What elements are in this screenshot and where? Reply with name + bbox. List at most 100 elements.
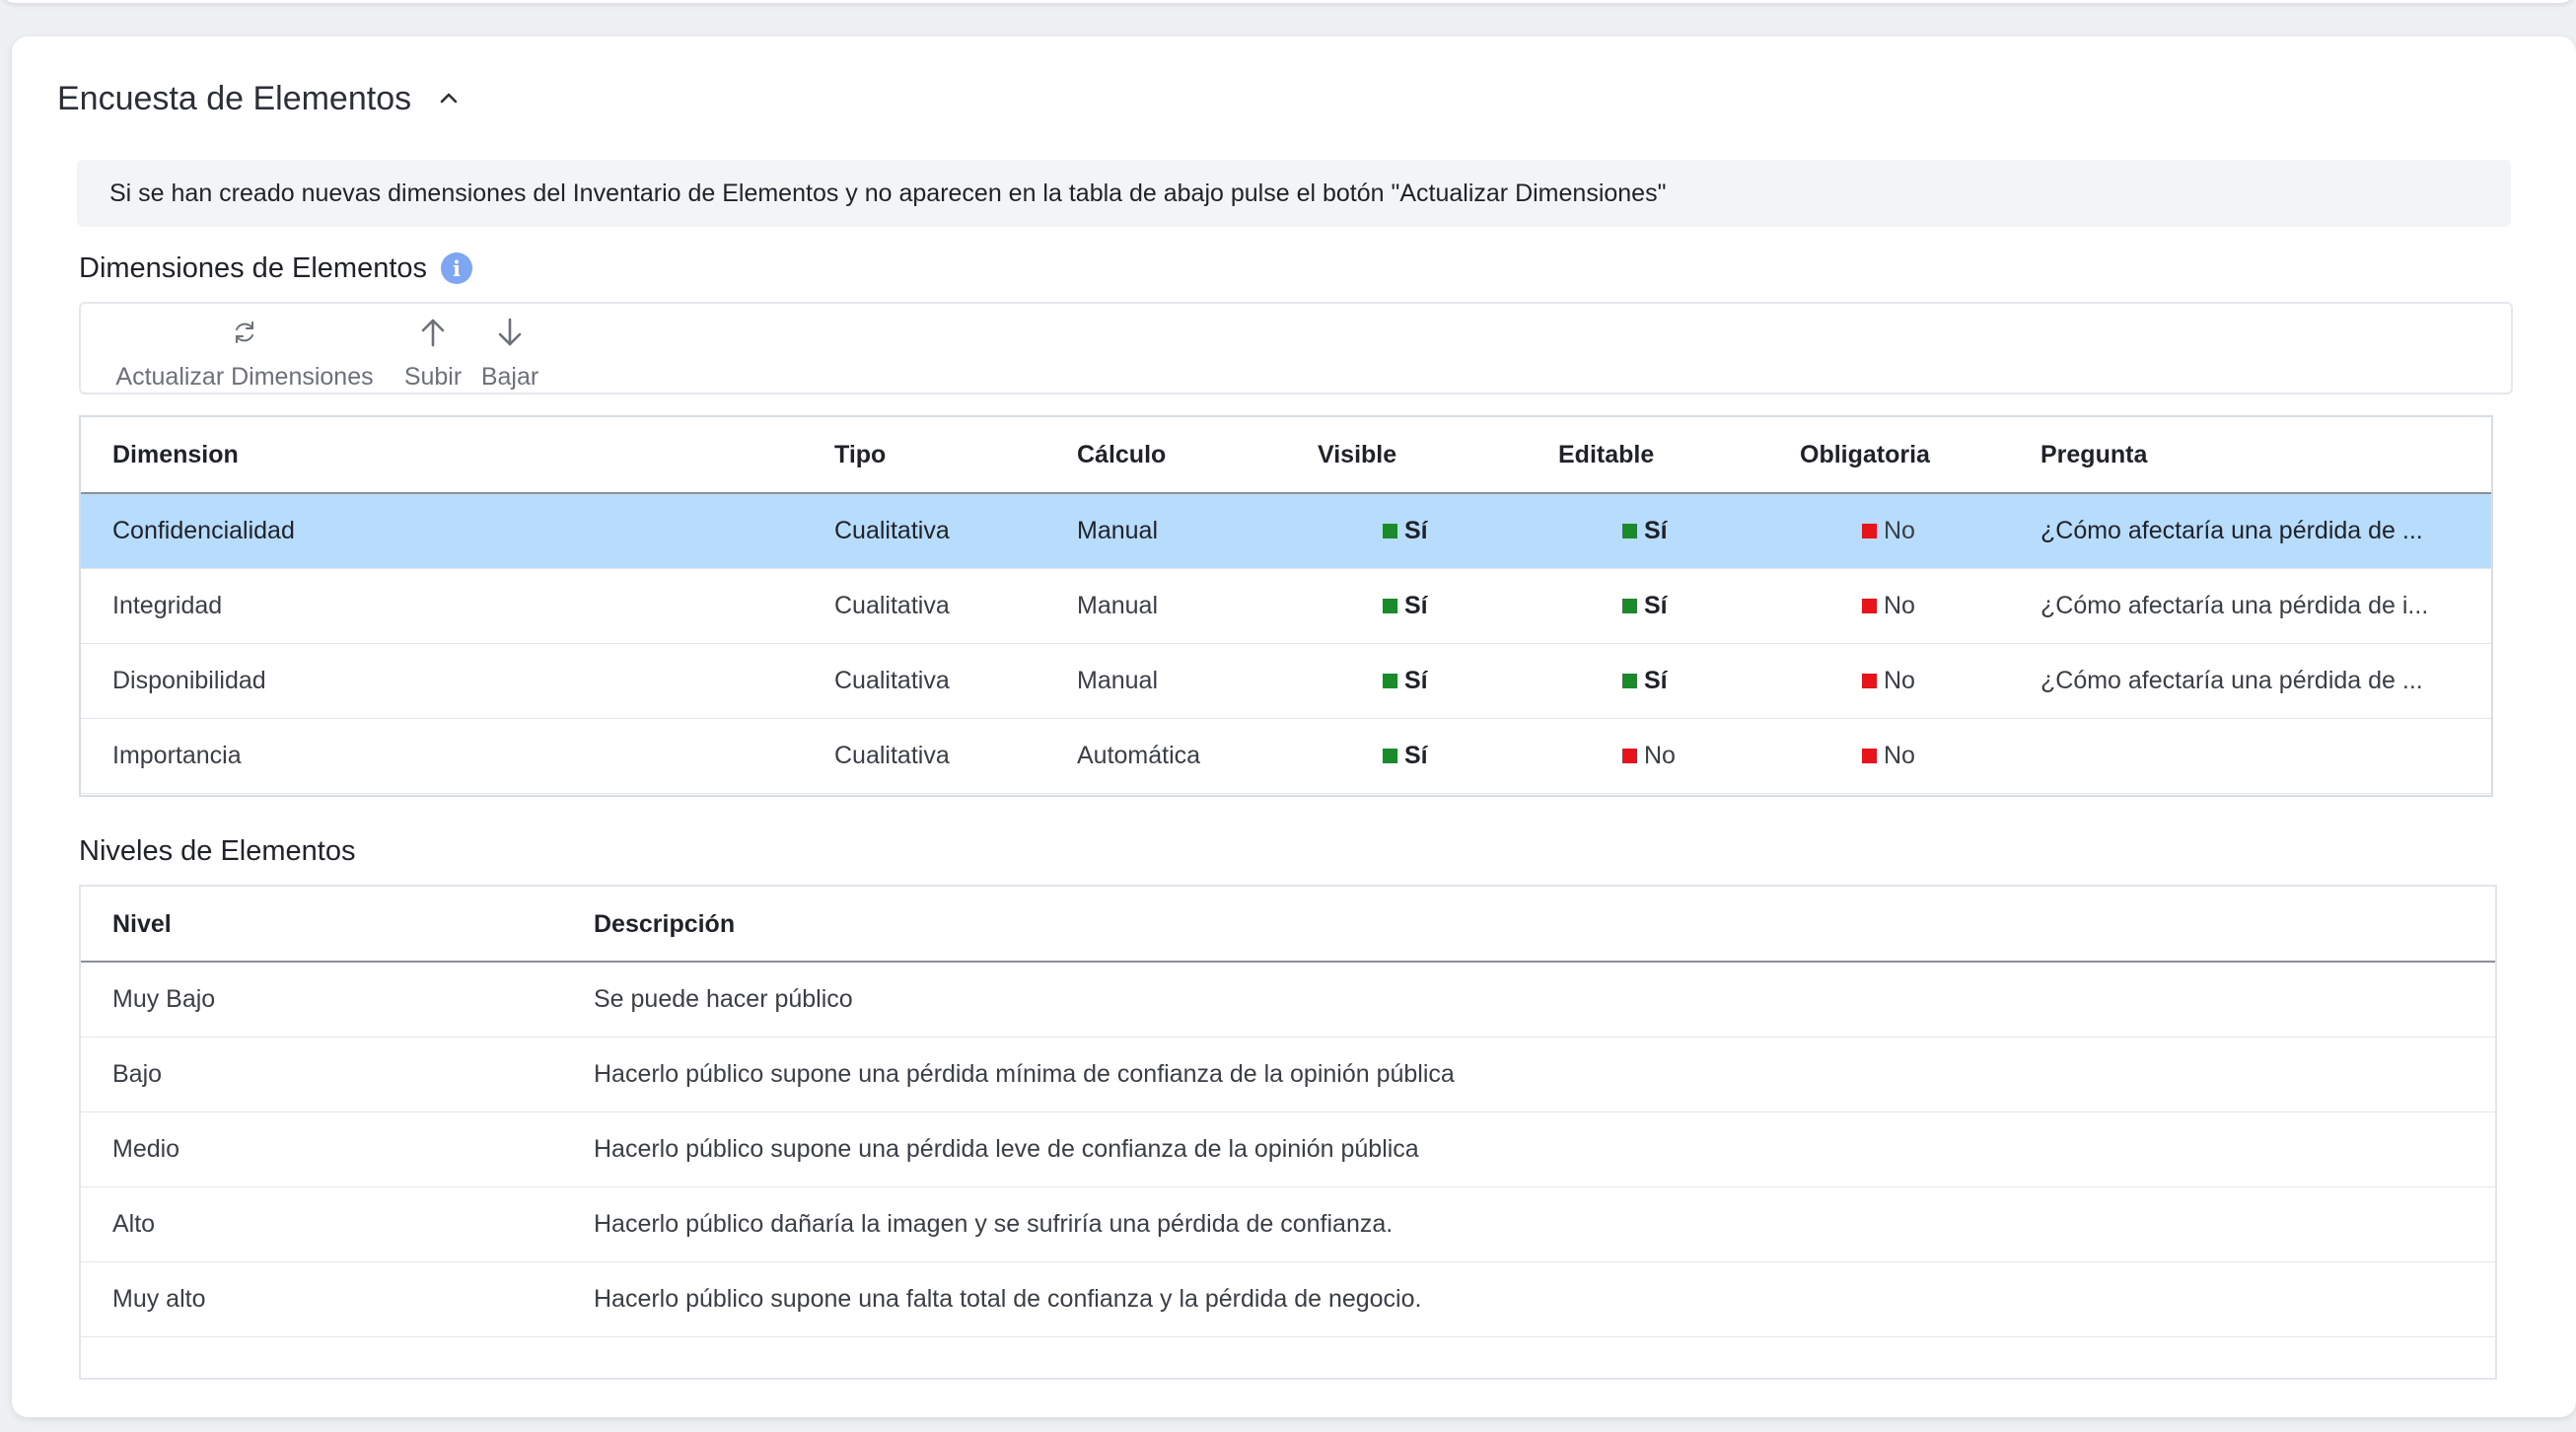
move-down-button[interactable]: Bajar: [475, 304, 544, 393]
status-flag-text: Sí: [1644, 517, 1668, 544]
column-header-dimension[interactable]: Dimension: [112, 417, 239, 492]
green-square-icon: [1622, 674, 1637, 688]
level-row[interactable]: Muy Bajo Se puede hacer público: [81, 963, 2495, 1038]
status-flag-text: Sí: [1404, 742, 1428, 769]
nivel-cell: Muy Bajo: [112, 985, 216, 1013]
section-header-toggle[interactable]: Encuesta de Elementos: [57, 74, 461, 123]
arrow-up-icon: [416, 316, 450, 349]
status-flag: No: [1622, 742, 1676, 770]
editable-cell: Sí: [1622, 569, 1668, 643]
dimensions-toolbar: Actualizar Dimensiones Subir Bajar: [79, 302, 2513, 394]
status-flag-text: No: [1644, 742, 1676, 769]
column-header-editable[interactable]: Editable: [1558, 417, 1654, 492]
status-flag: No: [1862, 742, 1915, 770]
status-flag: Sí: [1383, 742, 1428, 770]
column-header-tipo[interactable]: Tipo: [834, 417, 886, 492]
green-square-icon: [1622, 599, 1637, 613]
levels-table: Nivel Descripción Muy Bajo Se puede hacer…: [79, 885, 2497, 1380]
levels-title: Niveles de Elementos: [79, 834, 356, 867]
nivel-cell: Medio: [112, 1135, 180, 1163]
descripcion-cell: Hacerlo público supone una pérdida leve …: [594, 1135, 1419, 1163]
levels-table-header: Nivel Descripción: [81, 887, 2495, 963]
status-flag-text: Sí: [1404, 517, 1428, 544]
previous-card: [0, 0, 2576, 3]
info-icon[interactable]: i: [441, 252, 473, 284]
editable-cell: Sí: [1622, 494, 1668, 568]
refresh-icon: [228, 316, 261, 349]
status-flag: No: [1862, 667, 1915, 695]
dimensions-title: Dimensiones de Elementos: [79, 251, 428, 284]
arrow-down-icon: [493, 316, 527, 349]
levels-heading: Niveles de Elementos: [79, 831, 355, 871]
pregunta-cell: ¿Cómo afectaría una pérdida de i...: [2040, 592, 2429, 619]
move-down-label: Bajar: [480, 363, 539, 391]
dimensions-heading: Dimensiones de Elementos i: [79, 249, 473, 288]
move-up-button[interactable]: Subir: [398, 304, 467, 393]
calculo-cell: Manual: [1077, 592, 1158, 619]
dimensions-table-header: Dimension Tipo Cálculo Visible Editable …: [81, 417, 2491, 494]
refresh-dimensions-button[interactable]: Actualizar Dimensiones: [105, 304, 385, 393]
status-flag-text: No: [1884, 517, 1915, 544]
editable-cell: No: [1622, 719, 1676, 793]
green-square-icon: [1383, 674, 1397, 688]
dimension-row[interactable]: Importancia Cualitativa Automática Sí No No: [81, 719, 2491, 794]
calculo-cell: Automática: [1077, 742, 1201, 769]
status-flag-text: Sí: [1644, 667, 1668, 694]
descripcion-cell: Hacerlo público dañaría la imagen y se s…: [594, 1210, 1394, 1238]
tipo-cell: Cualitativa: [834, 592, 950, 619]
level-row[interactable]: Muy alto Hacerlo público supone una falta…: [81, 1262, 2495, 1337]
tipo-cell: Cualitativa: [834, 742, 950, 769]
column-header-calculo[interactable]: Cálculo: [1077, 417, 1166, 492]
status-flag-text: Sí: [1404, 592, 1428, 619]
section-title: Encuesta de Elementos: [57, 79, 412, 117]
nivel-cell: Bajo: [112, 1060, 163, 1088]
level-row[interactable]: Medio Hacerlo público supone una pérdida …: [81, 1112, 2495, 1187]
status-flag-text: Sí: [1404, 667, 1428, 694]
chevron-up-icon[interactable]: [437, 87, 461, 110]
status-flag: Sí: [1383, 517, 1428, 545]
obligatoria-cell: No: [1862, 644, 1915, 718]
status-flag-text: No: [1884, 667, 1915, 694]
column-header-obligatoria[interactable]: Obligatoria: [1800, 417, 1930, 492]
status-flag: Sí: [1622, 592, 1668, 620]
status-flag: Sí: [1383, 667, 1428, 695]
dimension-row[interactable]: Disponibilidad Cualitativa Manual Sí Sí No ¿Có…: [81, 644, 2491, 719]
green-square-icon: [1622, 524, 1637, 538]
red-square-icon: [1862, 674, 1877, 688]
green-square-icon: [1383, 524, 1397, 538]
visible-cell: Sí: [1383, 719, 1428, 793]
tipo-cell: Cualitativa: [834, 667, 950, 694]
obligatoria-cell: No: [1862, 719, 1915, 793]
dimension-cell: Importancia: [112, 742, 242, 769]
green-square-icon: [1383, 599, 1397, 613]
status-flag-text: Sí: [1644, 592, 1668, 619]
column-header-pregunta[interactable]: Pregunta: [2040, 417, 2147, 492]
pregunta-cell: ¿Cómo afectaría una pérdida de ...: [2040, 517, 2423, 544]
editable-cell: Sí: [1622, 644, 1668, 718]
dimension-row[interactable]: Confidencialidad Cualitativa Manual Sí Sí No ¿…: [81, 494, 2491, 569]
column-header-descripcion[interactable]: Descripción: [594, 887, 735, 962]
dimension-row[interactable]: Integridad Cualitativa Manual Sí Sí No ¿Cómo a…: [81, 569, 2491, 644]
pregunta-cell: [2040, 719, 2465, 793]
level-row[interactable]: Bajo Hacerlo público supone una pérdida m…: [81, 1038, 2495, 1112]
status-flag: No: [1862, 592, 1915, 620]
move-up-label: Subir: [403, 363, 463, 391]
status-flag: Sí: [1622, 667, 1668, 695]
column-header-visible[interactable]: Visible: [1318, 417, 1396, 492]
obligatoria-cell: No: [1862, 494, 1915, 568]
visible-cell: Sí: [1383, 569, 1428, 643]
green-square-icon: [1383, 749, 1397, 763]
level-row[interactable]: Alto Hacerlo público dañaría la imagen y …: [81, 1187, 2495, 1262]
calculo-cell: Manual: [1077, 517, 1158, 544]
pregunta-cell: ¿Cómo afectaría una pérdida de ...: [2040, 667, 2423, 694]
visible-cell: Sí: [1383, 494, 1428, 568]
nivel-cell: Alto: [112, 1210, 156, 1238]
red-square-icon: [1862, 749, 1877, 763]
column-header-nivel[interactable]: Nivel: [112, 887, 172, 962]
visible-cell: Sí: [1383, 644, 1428, 718]
status-flag: No: [1862, 517, 1915, 545]
dimension-cell: Integridad: [112, 592, 223, 619]
status-flag: Sí: [1622, 517, 1668, 545]
tipo-cell: Cualitativa: [834, 517, 950, 544]
red-square-icon: [1622, 749, 1637, 763]
